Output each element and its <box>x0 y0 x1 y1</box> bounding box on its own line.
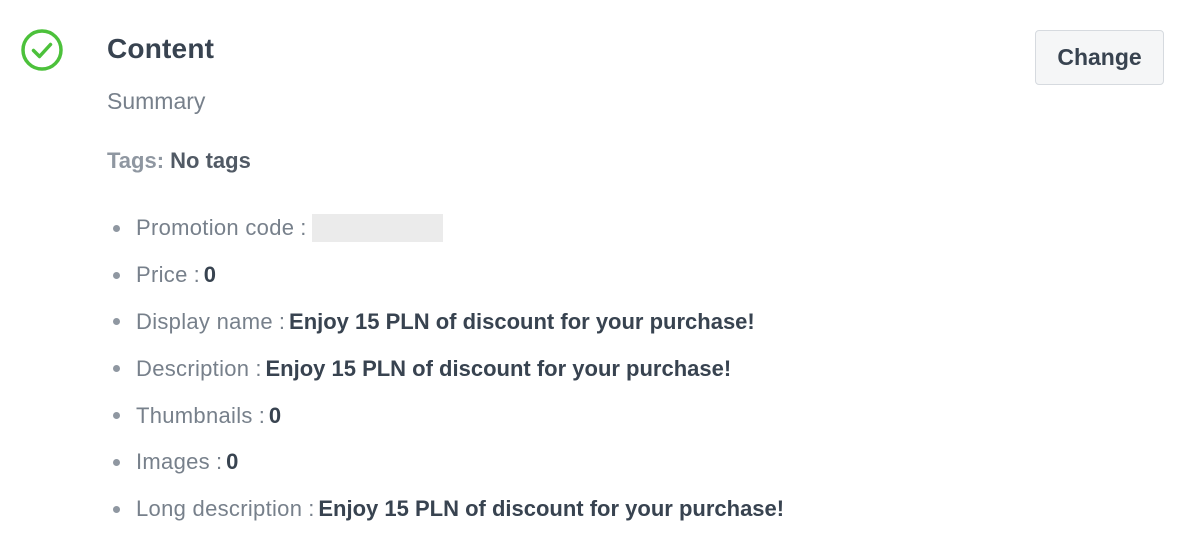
detail-item-promotion-code: Promotion code : <box>108 205 784 252</box>
detail-separator: : <box>258 402 265 428</box>
detail-separator: : <box>215 449 223 475</box>
bullet-icon <box>113 505 120 513</box>
tags-value: No tags <box>170 148 251 173</box>
detail-value: 0 <box>268 402 282 428</box>
detail-value: Enjoy 15 PLN of discount for your purcha… <box>289 308 755 334</box>
detail-value: Enjoy 15 PLN of discount for your purcha… <box>265 355 732 381</box>
detail-label: Long description <box>136 496 303 522</box>
section-subtitle: Summary <box>107 88 206 114</box>
detail-item-display-name: Display name : Enjoy 15 PLN of discount … <box>108 299 784 346</box>
section-title: Content <box>107 33 215 64</box>
bullet-icon <box>113 458 120 466</box>
detail-value: Enjoy 15 PLN of discount for your purcha… <box>318 496 785 522</box>
tags-label: Tags: <box>107 148 165 173</box>
detail-label: Description <box>136 355 250 381</box>
detail-item-thumbnails: Thumbnails : 0 <box>108 392 784 439</box>
redacted-value-block <box>312 214 444 243</box>
detail-item-description: Description : Enjoy 15 PLN of discount f… <box>108 345 784 392</box>
detail-separator: : <box>255 355 262 381</box>
detail-label: Images <box>136 449 210 475</box>
detail-separator: : <box>193 262 200 288</box>
bullet-icon <box>113 271 120 279</box>
detail-separator: : <box>278 308 286 334</box>
check-circle-icon <box>20 28 64 72</box>
bullet-icon <box>113 412 120 420</box>
detail-list: Promotion code : Price : 0 Display name … <box>108 205 784 533</box>
bullet-icon <box>113 365 120 373</box>
detail-label: Promotion code <box>136 215 295 241</box>
detail-item-images: Images : 0 <box>108 439 784 486</box>
detail-item-price: Price : 0 <box>108 252 784 299</box>
bullet-icon <box>113 318 120 326</box>
detail-separator: : <box>308 496 315 522</box>
tags-row: Tags: No tags <box>107 147 251 175</box>
change-button[interactable]: Change <box>1035 30 1164 85</box>
bullet-icon <box>113 224 120 232</box>
detail-label: Display name <box>136 308 273 334</box>
detail-value: 0 <box>226 449 239 475</box>
detail-item-long-description: Long description : Enjoy 15 PLN of disco… <box>108 486 784 533</box>
detail-separator: : <box>300 215 307 241</box>
detail-label: Thumbnails <box>136 402 253 428</box>
detail-value: 0 <box>203 262 216 288</box>
detail-label: Price <box>136 262 188 288</box>
